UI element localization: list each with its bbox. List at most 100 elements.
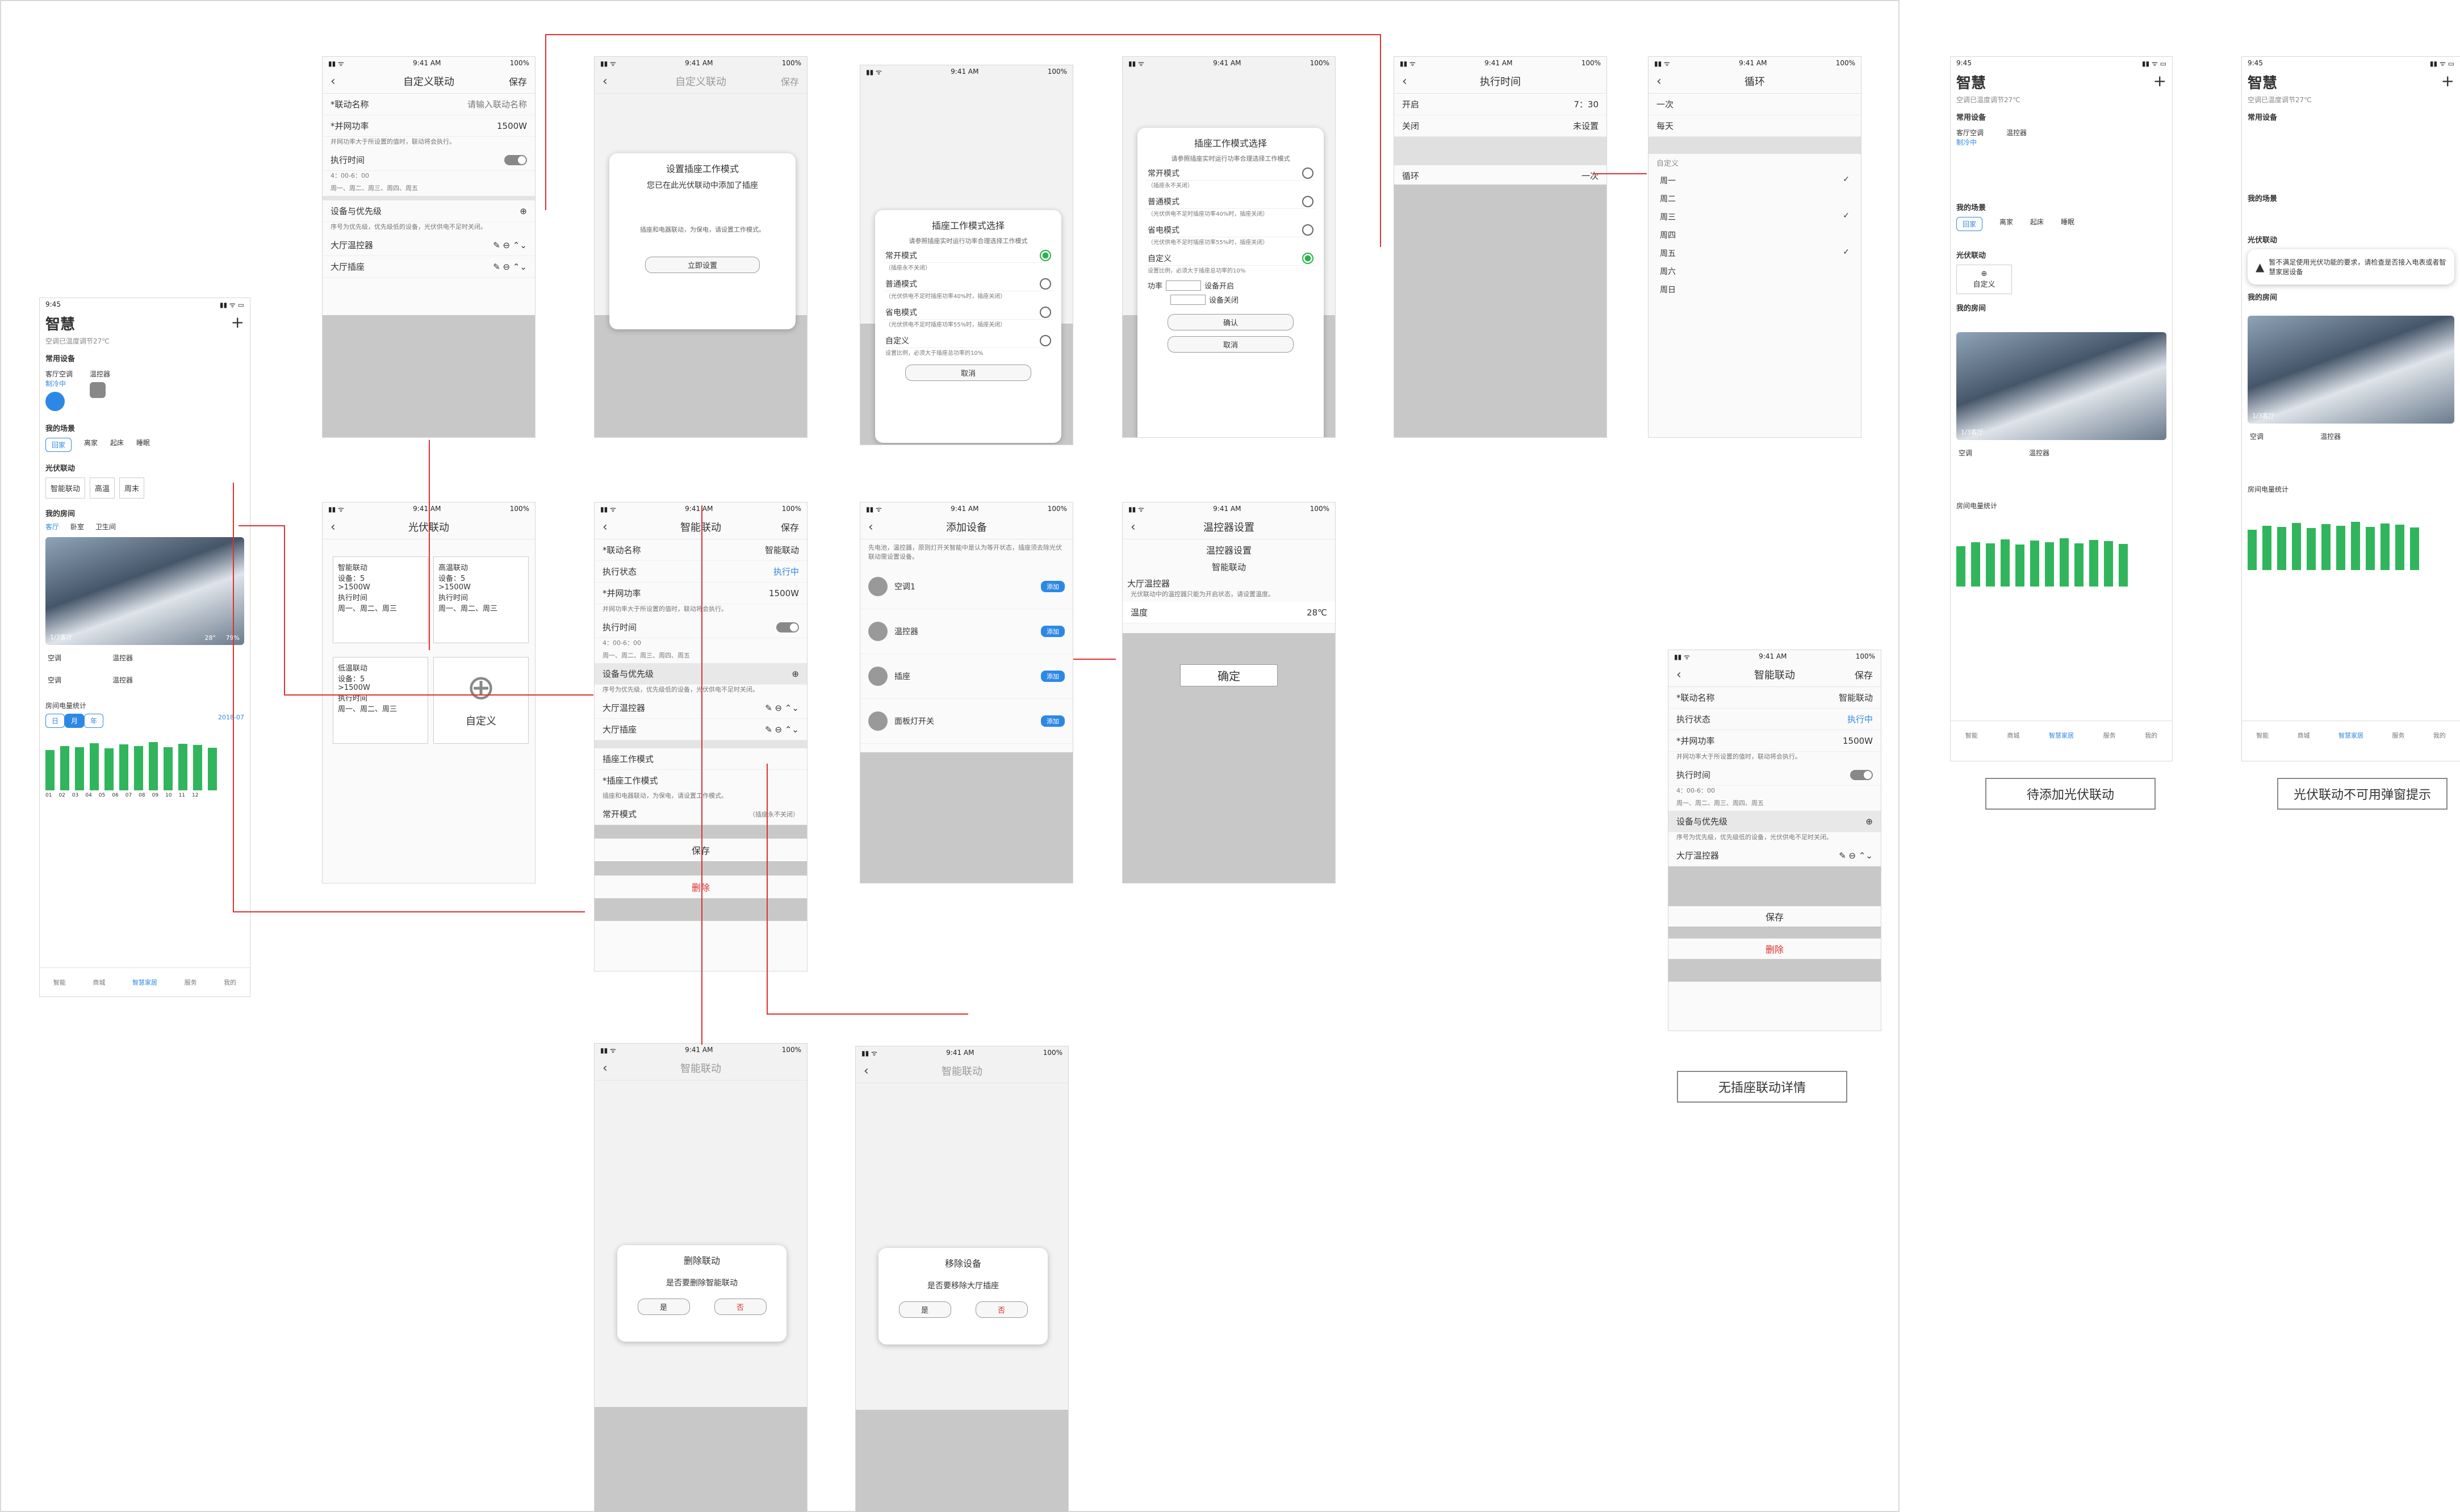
ns-status-value[interactable]: 执行中 xyxy=(1847,713,1873,725)
smart-name-value[interactable]: 智能联动 xyxy=(765,544,799,556)
mode-option[interactable]: 自定义 xyxy=(883,330,1053,348)
tab-home[interactable]: 智慧家居 xyxy=(132,978,157,987)
ns-power-value[interactable]: 1500W xyxy=(1843,736,1873,746)
pv-card-3[interactable]: 低温联动 设备：5 >1500W 执行时间 周一、周二、周三 xyxy=(333,657,428,744)
smart-power-value[interactable]: 1500W xyxy=(769,588,799,598)
radio-icon[interactable] xyxy=(1302,224,1313,236)
pv-chip-smart[interactable]: 智能联动 xyxy=(45,478,86,499)
device-2[interactable]: 大厅插座 xyxy=(330,261,365,273)
pv-card-1[interactable]: 智能联动 设备：5 >1500W 执行时间 周一、周二、周三 xyxy=(333,556,428,643)
back-icon-9[interactable]: ‹ xyxy=(603,520,608,534)
loop-day[interactable]: 周一 ✓ xyxy=(1649,171,1861,190)
loop-day[interactable]: 周三 ✓ xyxy=(1649,208,1861,226)
power-on-input[interactable] xyxy=(1166,280,1202,291)
smart-device-2-controls[interactable]: ✎ ⊖ ⌃⌄ xyxy=(765,724,799,735)
confirm-button[interactable]: 确认 xyxy=(1168,314,1294,330)
ph-tab-mine[interactable]: 我的 xyxy=(2145,731,2157,740)
mode-option[interactable]: 省电模式 xyxy=(1145,220,1316,237)
ph-room-photo[interactable]: 1/3客厅 xyxy=(1956,332,2166,440)
room-device-thermo-2[interactable]: 温控器 xyxy=(112,675,133,685)
add-button[interactable]: 添加 xyxy=(1041,581,1065,592)
ph-device-ac[interactable]: 客厅空调 制冷中 xyxy=(1956,128,1984,147)
save-button[interactable]: 保存 xyxy=(509,74,527,88)
smart-time-toggle[interactable] xyxy=(776,622,799,633)
back-icon-14[interactable]: ‹ xyxy=(1676,668,1681,682)
back-icon-10[interactable]: ‹ xyxy=(868,520,873,534)
smart-save-button[interactable]: 保存 xyxy=(781,520,799,534)
ph-tab-mall[interactable]: 商城 xyxy=(2007,731,2019,740)
tab-service[interactable]: 服务 xyxy=(185,978,197,987)
tab-smart[interactable]: 智能 xyxy=(53,978,66,987)
ph-room-thermo[interactable]: 温控器 xyxy=(2029,448,2049,458)
mode-option[interactable]: 普通模式 xyxy=(883,274,1053,291)
add-icon[interactable]: + xyxy=(231,313,244,334)
ua-tab-mine[interactable]: 我的 xyxy=(2433,731,2446,740)
smart-save-bottom[interactable]: 保存 xyxy=(595,839,807,862)
thermo-temp-value[interactable]: 28℃ xyxy=(1307,608,1327,618)
ua-room-photo[interactable]: 1/3客厅 xyxy=(2248,316,2454,424)
scene-sleep[interactable]: 睡眠 xyxy=(136,438,150,452)
radio-icon[interactable] xyxy=(1302,196,1313,207)
ph-tab-home[interactable]: 智慧家居 xyxy=(2049,731,2074,740)
add-button[interactable]: 添加 xyxy=(1041,715,1065,727)
room-photo[interactable]: 1/3客厅 28° 79% xyxy=(45,537,244,645)
smart-status-value[interactable]: 执行中 xyxy=(773,566,799,577)
add-device-item[interactable]: 空调1 添加 xyxy=(860,564,1073,609)
smart-device-1[interactable]: 大厅温控器 xyxy=(603,702,645,714)
ph-add-icon[interactable]: + xyxy=(2153,72,2166,93)
ph-scene-wake[interactable]: 起床 xyxy=(2030,217,2044,231)
ua-add-icon[interactable]: + xyxy=(2441,72,2454,93)
scene-home[interactable]: 回家 xyxy=(45,438,72,452)
socket-mode-value[interactable]: 常开模式 xyxy=(603,808,637,820)
radio-icon[interactable] xyxy=(1040,335,1051,346)
ph-add-scene[interactable]: ⊕ 自定义 xyxy=(1956,265,2012,294)
radio-icon[interactable] xyxy=(1040,307,1051,318)
set-now-button[interactable]: 立即设置 xyxy=(645,257,760,273)
ua-room-thermo[interactable]: 温控器 xyxy=(2320,432,2341,441)
ua-tab-home[interactable]: 智慧家居 xyxy=(2338,731,2363,740)
room-device-ac[interactable]: 空调 xyxy=(48,653,61,663)
back-icon-8[interactable]: ‹ xyxy=(330,520,336,534)
remove-yes-button[interactable]: 是 xyxy=(898,1301,951,1318)
exec-time-toggle[interactable] xyxy=(504,154,527,165)
add-button[interactable]: 添加 xyxy=(1041,671,1065,682)
mode-option[interactable]: 自定义 xyxy=(1145,248,1316,266)
ph-scene-leave[interactable]: 离家 xyxy=(1999,217,2013,231)
loop-day[interactable]: 周四 xyxy=(1649,226,1861,244)
tab-mine[interactable]: 我的 xyxy=(224,978,236,987)
room-tab-living[interactable]: 客厅 xyxy=(45,522,59,531)
no-socket-save[interactable]: 保存 xyxy=(1855,668,1873,681)
smart-delete-button[interactable]: 删除 xyxy=(595,876,807,898)
loop-day[interactable]: 周日 xyxy=(1649,280,1861,299)
radio-icon[interactable] xyxy=(1040,250,1051,261)
radio-icon[interactable] xyxy=(1040,278,1051,290)
ns-device-1[interactable]: 大厅温控器 xyxy=(1676,849,1719,861)
device-1[interactable]: 大厅温控器 xyxy=(330,239,373,251)
period-value[interactable]: 2018-07 xyxy=(218,714,244,728)
ph-device-thermo[interactable]: 温控器 xyxy=(2006,128,2027,147)
loop-daily[interactable]: 每天 xyxy=(1656,120,1674,132)
scene-leave[interactable]: 离家 xyxy=(84,438,98,452)
cancel-button-2[interactable]: 取消 xyxy=(1168,336,1294,353)
delete-yes-button[interactable]: 是 xyxy=(637,1299,690,1315)
pv-add-card[interactable]: ⊕ 自定义 xyxy=(433,657,529,744)
start-value[interactable]: 7：30 xyxy=(1574,98,1599,110)
ph-tab-service[interactable]: 服务 xyxy=(2103,731,2116,740)
mode-option[interactable]: 省电模式 xyxy=(883,302,1053,320)
loop-day[interactable]: 周五 ✓ xyxy=(1649,244,1861,262)
end-value[interactable]: 未设置 xyxy=(1573,120,1599,132)
ns-name-value[interactable]: 智能联动 xyxy=(1839,692,1873,703)
pv-card-2[interactable]: 高温联动 设备：5 >1500W 执行时间 周一、周二、周三 xyxy=(433,556,529,643)
back-icon[interactable]: ‹ xyxy=(330,74,336,89)
ns-save-bottom[interactable]: 保存 xyxy=(1668,906,1881,927)
ns-delete-button[interactable]: 删除 xyxy=(1668,939,1881,959)
room-device-thermo[interactable]: 温控器 xyxy=(112,653,133,663)
ua-tab-smart[interactable]: 智能 xyxy=(2256,731,2269,740)
period-day[interactable]: 日 xyxy=(45,714,65,728)
mode-option[interactable]: 普通模式 xyxy=(1145,191,1316,209)
back-icon-6[interactable]: ‹ xyxy=(1402,74,1407,89)
delete-no-button[interactable]: 否 xyxy=(714,1299,767,1315)
smart-device-1-controls[interactable]: ✎ ⊖ ⌃⌄ xyxy=(765,703,799,713)
ua-room-ac[interactable]: 空调 xyxy=(2250,432,2264,441)
ua-tab-service[interactable]: 服务 xyxy=(2392,731,2404,740)
